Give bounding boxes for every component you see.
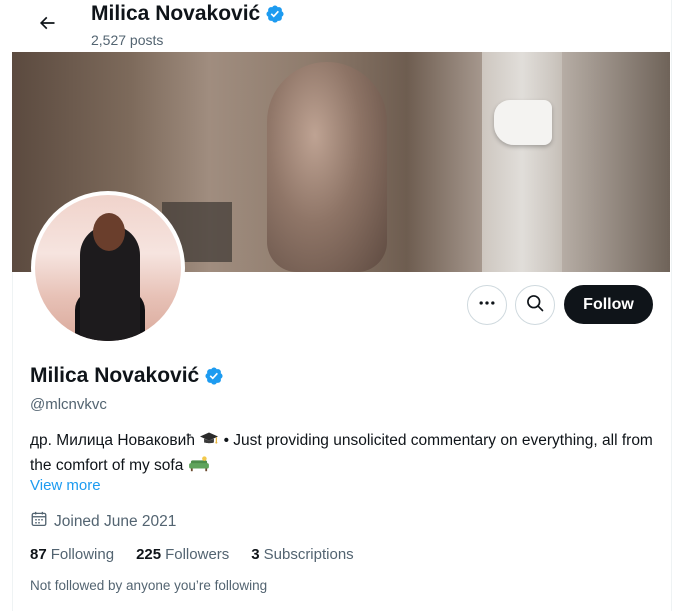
more-button[interactable]	[467, 285, 507, 325]
header-title: Milica Novaković	[91, 2, 285, 26]
profile-handle: @mlcnvkvc	[30, 396, 107, 413]
avatar[interactable]	[31, 191, 185, 345]
mutual-followers-note: Not followed by anyone you’re following	[30, 578, 268, 593]
subscriptions-stat[interactable]: 3 Subscriptions	[251, 546, 353, 563]
back-button[interactable]	[30, 8, 64, 42]
more-horizontal-icon	[477, 293, 497, 318]
followers-label: Followers	[165, 546, 230, 563]
following-label: Following	[50, 546, 115, 563]
follow-button[interactable]: Follow	[564, 285, 653, 324]
avatar-head	[93, 213, 125, 251]
header-post-count: 2,527 posts	[91, 32, 164, 48]
profile-header: Milica Novaković 2,527 posts	[12, 0, 670, 52]
profile-stats: 87 Following 225 Followers 3 Subscriptions	[30, 546, 354, 563]
view-more-link[interactable]: View more	[30, 477, 101, 494]
followers-stat[interactable]: 225 Followers	[136, 546, 229, 563]
banner-hand-dryer	[494, 100, 552, 145]
search-icon	[525, 293, 545, 318]
header-name: Milica Novaković	[91, 2, 261, 25]
join-date: Joined June 2021	[30, 510, 176, 533]
avatar-image	[35, 195, 181, 341]
verified-badge-icon[interactable]	[204, 366, 224, 386]
profile-display-name: Milica Novaković	[30, 364, 224, 388]
following-stat[interactable]: 87 Following	[30, 546, 114, 563]
subscriptions-label: Subscriptions	[263, 546, 354, 563]
join-date-text: Joined June 2021	[54, 512, 177, 530]
banner-door	[482, 52, 562, 272]
graduation-cap-icon	[199, 430, 219, 455]
profile-name: Milica Novaković	[30, 364, 200, 387]
calendar-icon	[30, 510, 48, 533]
arrow-left-icon	[37, 13, 57, 38]
following-count: 87	[30, 546, 47, 563]
banner-figure	[267, 62, 387, 272]
sofa-icon	[188, 455, 210, 480]
subscriptions-count: 3	[251, 546, 260, 563]
profile-bio: др. Милица Новаковић • Just providing un…	[30, 430, 660, 480]
search-profile-button[interactable]	[515, 285, 555, 325]
followers-count: 225	[136, 546, 162, 563]
verified-badge-icon[interactable]	[265, 4, 285, 24]
bio-text-1: др. Милица Новаковић	[30, 432, 195, 449]
